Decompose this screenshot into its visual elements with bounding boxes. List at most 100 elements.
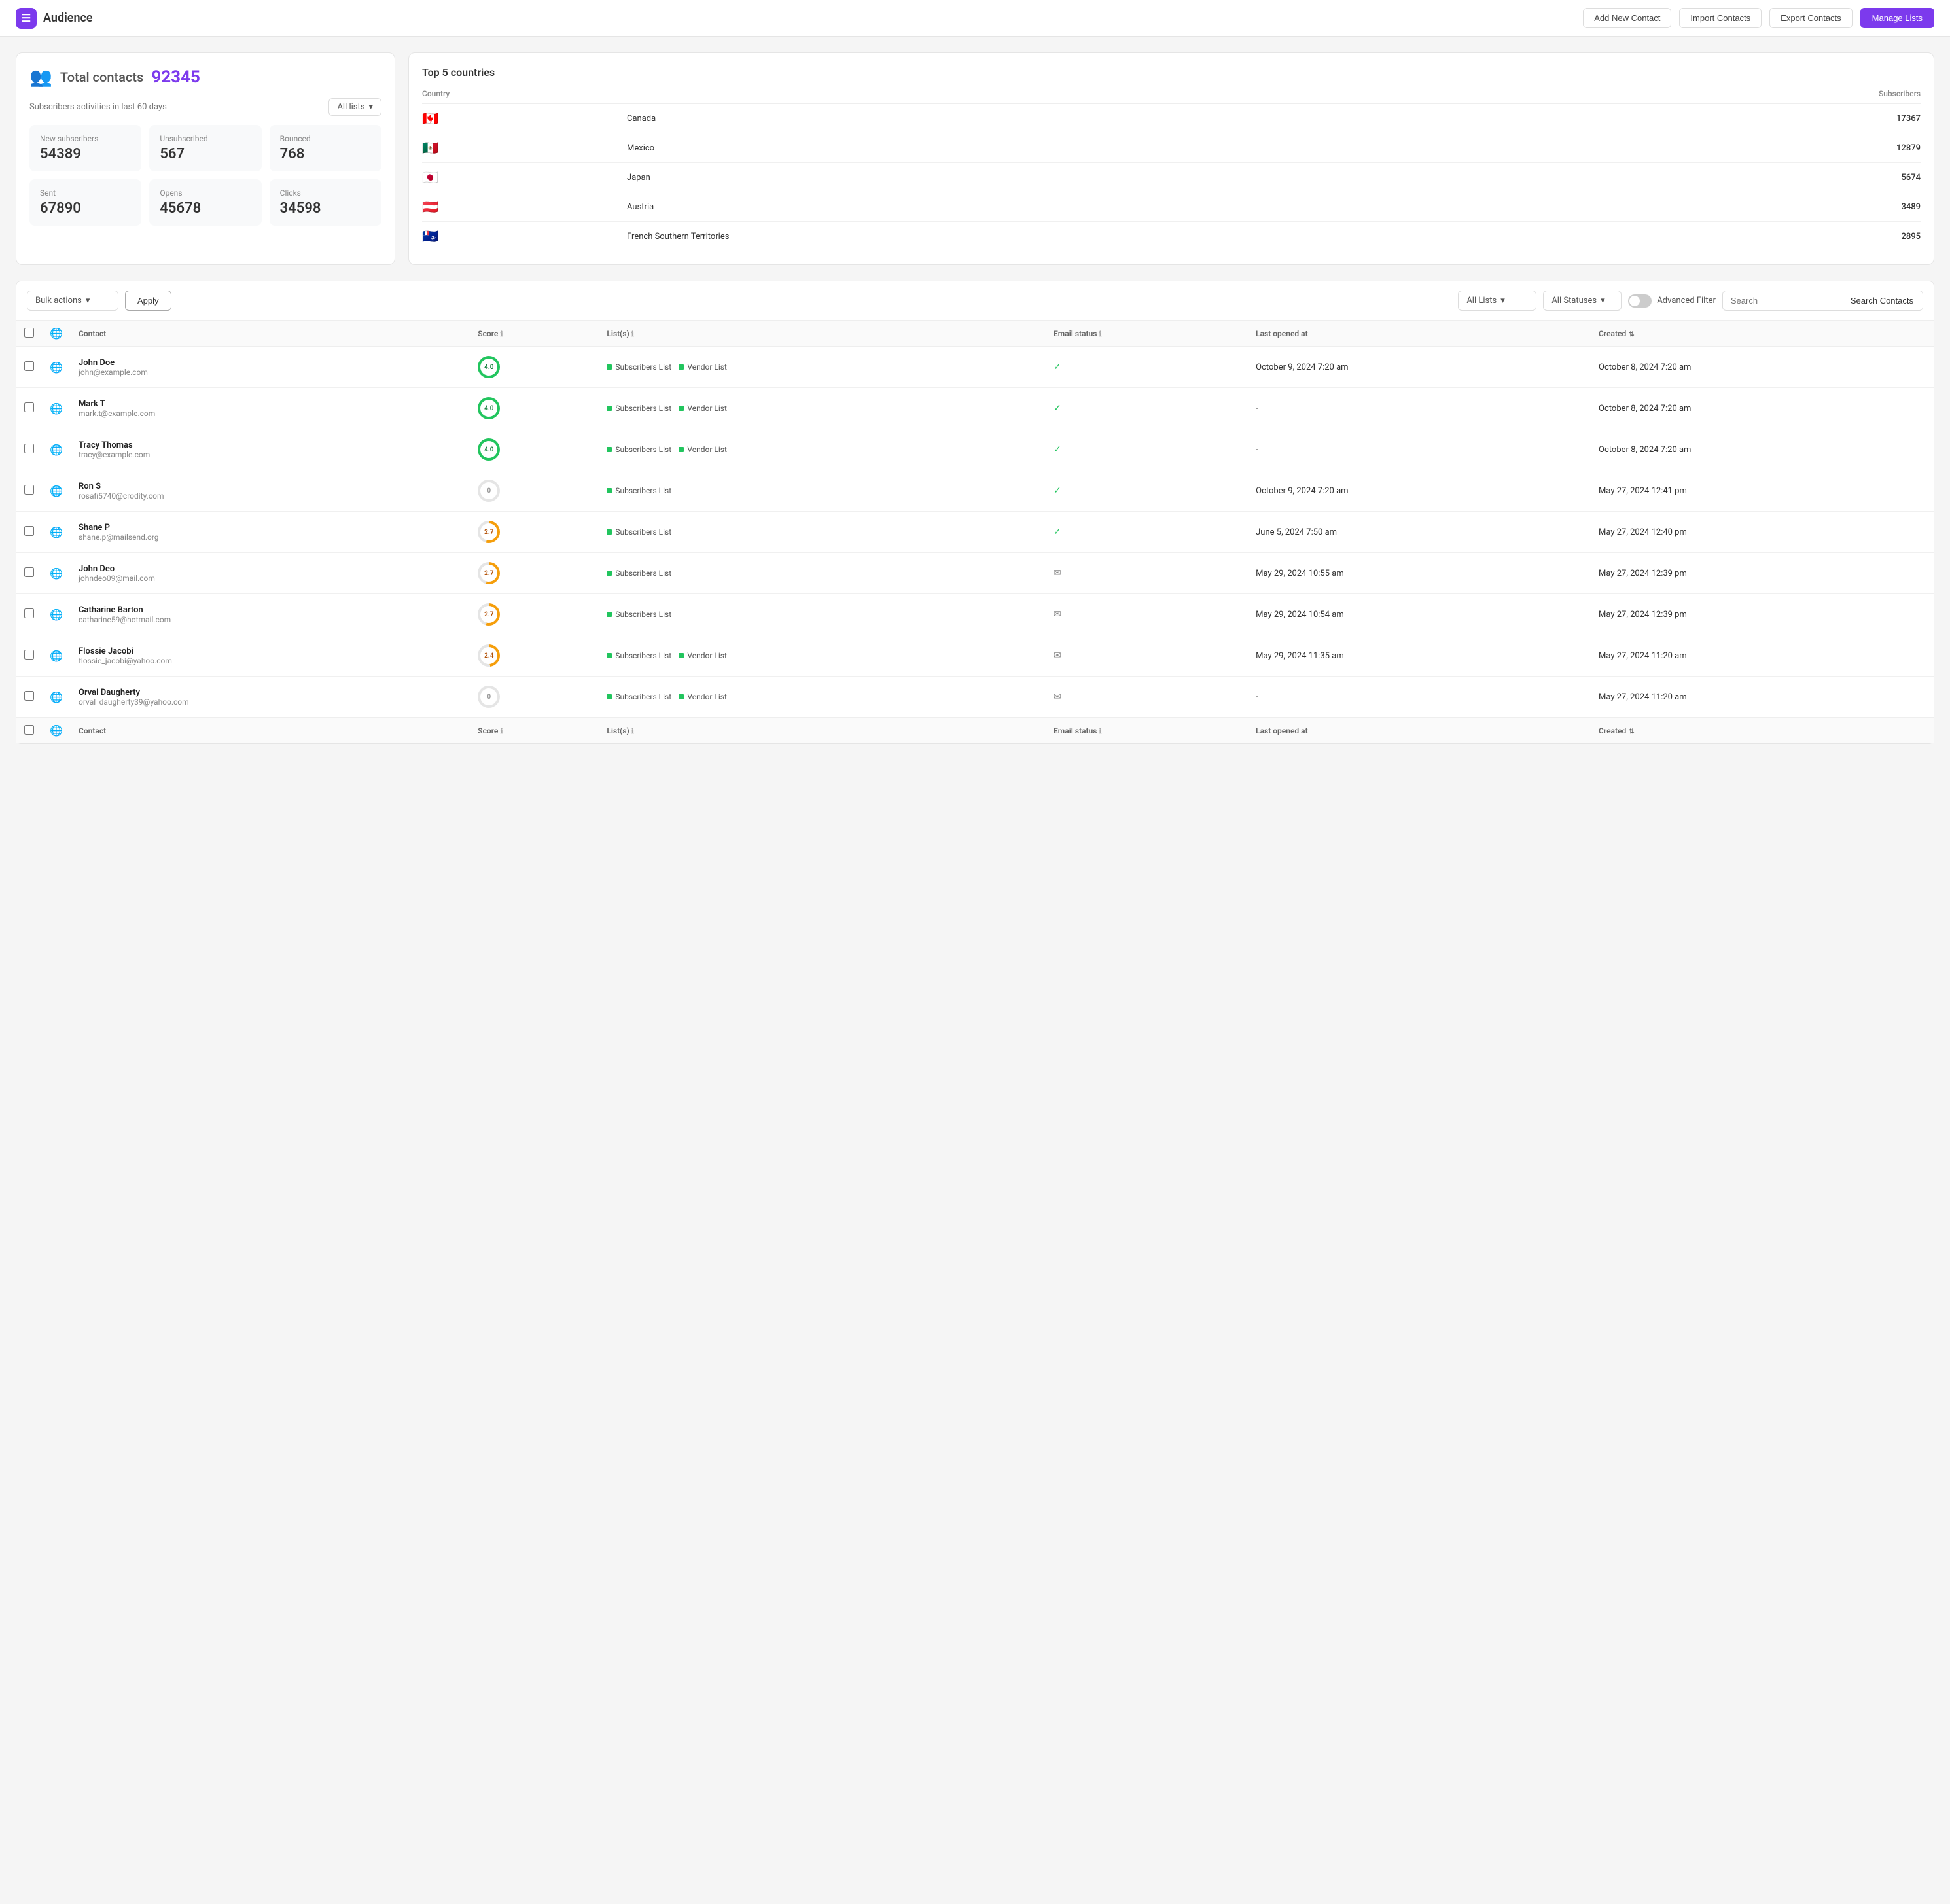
all-statuses-filter[interactable]: All Statuses ▾ — [1543, 291, 1622, 311]
add-contact-button[interactable]: Add New Contact — [1583, 8, 1671, 28]
row-lists-cell: Subscribers List Vendor List — [599, 635, 1046, 677]
table-header-row: 🌐 Contact Scoreℹ List(s)ℹ Email statusℹ … — [16, 321, 1934, 347]
row-created-cell: May 27, 2024 11:20 am — [1591, 677, 1934, 718]
score-circle: 2.7 — [478, 521, 500, 543]
contact-name: John Deo — [79, 564, 462, 574]
row-checkbox[interactable] — [24, 567, 34, 577]
list-badge: Vendor List — [679, 362, 727, 372]
footer-created: Created⇅ — [1591, 718, 1934, 744]
stat-card: Opens45678 — [149, 179, 261, 226]
import-contacts-button[interactable]: Import Contacts — [1679, 8, 1762, 28]
row-contact-cell[interactable]: Tracy Thomas tracy@example.com — [71, 429, 470, 470]
score-value: 4.0 — [480, 359, 497, 376]
bulk-actions-dropdown[interactable]: Bulk actions ▾ — [27, 291, 118, 311]
filter-bar: Bulk actions ▾ Apply All Lists ▾ All Sta… — [16, 281, 1934, 321]
sort-icon[interactable]: ⇅ — [1629, 331, 1634, 338]
stat-card: Unsubscribed567 — [149, 125, 261, 171]
row-checkbox[interactable] — [24, 650, 34, 660]
footer-sort-icon[interactable]: ⇅ — [1629, 728, 1634, 735]
list-badge: Subscribers List — [607, 527, 671, 537]
row-checkbox[interactable] — [24, 485, 34, 495]
row-checkbox[interactable] — [24, 444, 34, 453]
search-input[interactable] — [1723, 291, 1841, 310]
list-name: Subscribers List — [615, 362, 671, 372]
stat-card-value: 45678 — [160, 200, 251, 217]
created-value: May 27, 2024 11:20 am — [1599, 692, 1687, 702]
footer-select-all[interactable] — [24, 725, 34, 735]
row-checkbox[interactable] — [24, 526, 34, 536]
country-row: 🇹🇫 French Southern Territories 2895 — [422, 222, 1921, 251]
advanced-filter-toggle[interactable]: Advanced Filter — [1628, 294, 1716, 308]
email-check-icon: ✓ — [1054, 527, 1061, 537]
footer-email-status: Email statusℹ — [1046, 718, 1248, 744]
row-email-status-cell: ✉ — [1046, 594, 1248, 635]
all-lists-dropdown[interactable]: All lists ▾ — [328, 98, 381, 116]
row-globe-cell: 🌐 — [42, 635, 71, 677]
list-dot-icon — [607, 612, 612, 617]
footer-score: Scoreℹ — [470, 718, 599, 744]
row-contact-cell[interactable]: Mark T mark.t@example.com — [71, 388, 470, 429]
contacts-table: 🌐 Contact Scoreℹ List(s)ℹ Email statusℹ … — [16, 321, 1934, 743]
row-contact-cell[interactable]: Shane P shane.p@mailsend.org — [71, 512, 470, 553]
email-envelope-icon: ✉ — [1054, 650, 1061, 661]
stat-card-value: 567 — [160, 146, 251, 162]
export-contacts-button[interactable]: Export Contacts — [1769, 8, 1852, 28]
row-contact-cell[interactable]: Ron S rosafi5740@crodity.com — [71, 470, 470, 512]
row-checkbox[interactable] — [24, 402, 34, 412]
table-row: 🌐 Tracy Thomas tracy@example.com 4.0 Sub… — [16, 429, 1934, 470]
apply-button[interactable]: Apply — [125, 291, 171, 311]
email-check-icon: ✓ — [1054, 403, 1061, 414]
select-all-checkbox[interactable] — [24, 328, 34, 338]
row-checkbox-cell — [16, 635, 42, 677]
contact-name: Catharine Barton — [79, 605, 462, 615]
row-checkbox-cell — [16, 553, 42, 594]
country-name-cell: Canada — [627, 104, 1545, 133]
row-contact-cell[interactable]: Orval Daugherty orval_daugherty39@yahoo.… — [71, 677, 470, 718]
th-lists: List(s)ℹ — [599, 321, 1046, 347]
country-row: 🇦🇹 Austria 3489 — [422, 192, 1921, 222]
contact-email: rosafi5740@crodity.com — [79, 491, 462, 501]
row-lists-cell: Subscribers List — [599, 594, 1046, 635]
row-contact-cell[interactable]: Catharine Barton catharine59@hotmail.com — [71, 594, 470, 635]
contact-email: flossie_jacobi@yahoo.com — [79, 656, 462, 665]
contacts-table-wrap: 🌐 Contact Scoreℹ List(s)ℹ Email statusℹ … — [16, 321, 1934, 744]
list-name: Subscribers List — [615, 651, 671, 660]
contact-name: Flossie Jacobi — [79, 646, 462, 656]
row-checkbox-cell — [16, 429, 42, 470]
row-globe-icon: 🌐 — [50, 485, 63, 497]
stats-section: 👥 Total contacts 92345 Subscribers activ… — [16, 52, 1934, 265]
th-last-opened: Last opened at — [1248, 321, 1591, 347]
last-opened-value: October 9, 2024 7:20 am — [1256, 486, 1348, 496]
country-flag-cell: 🇨🇦 — [422, 104, 627, 133]
th-score: Scoreℹ — [470, 321, 599, 347]
contact-email: johndeo09@mail.com — [79, 574, 462, 583]
list-dot-icon — [607, 364, 612, 370]
created-value: May 27, 2024 12:39 pm — [1599, 569, 1687, 578]
advanced-filter-switch[interactable] — [1628, 294, 1652, 308]
list-badge: Subscribers List — [607, 445, 671, 454]
col-country: Country — [422, 89, 1545, 104]
created-value: May 27, 2024 12:40 pm — [1599, 527, 1687, 537]
all-lists-filter[interactable]: All Lists ▾ — [1458, 291, 1536, 311]
row-contact-cell[interactable]: John Deo johndeo09@mail.com — [71, 553, 470, 594]
manage-lists-button[interactable]: Manage Lists — [1860, 8, 1934, 28]
row-globe-cell: 🌐 — [42, 677, 71, 718]
row-contact-cell[interactable]: John Doe john@example.com — [71, 347, 470, 388]
contacts-icon: 👥 — [29, 66, 52, 88]
row-contact-cell[interactable]: Flossie Jacobi flossie_jacobi@yahoo.com — [71, 635, 470, 677]
row-score-cell: 2.7 — [470, 594, 599, 635]
row-email-status-cell: ✓ — [1046, 512, 1248, 553]
row-checkbox[interactable] — [24, 691, 34, 701]
row-email-status-cell: ✓ — [1046, 429, 1248, 470]
email-check-icon: ✓ — [1054, 362, 1061, 372]
table-row: 🌐 Ron S rosafi5740@crodity.com 0 Subscri… — [16, 470, 1934, 512]
row-last-opened-cell: - — [1248, 677, 1591, 718]
footer-globe: 🌐 — [42, 718, 71, 744]
bulk-actions-label: Bulk actions — [35, 296, 82, 306]
search-contacts-button[interactable]: Search Contacts — [1841, 291, 1923, 310]
score-value: 0 — [480, 688, 497, 705]
contact-email: orval_daugherty39@yahoo.com — [79, 697, 462, 707]
row-checkbox[interactable] — [24, 608, 34, 618]
stat-card-value: 67890 — [40, 200, 131, 217]
row-checkbox[interactable] — [24, 361, 34, 371]
